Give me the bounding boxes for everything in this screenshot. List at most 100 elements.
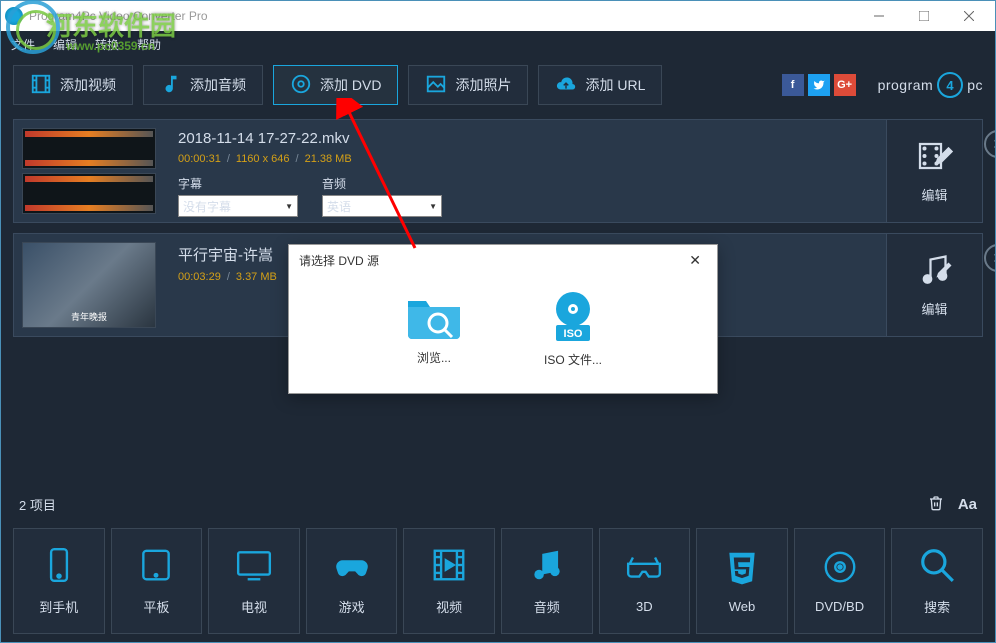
toolbar: 添加视频 添加音频 添加 DVD 添加照片 添加 URL f G+ progra… bbox=[1, 57, 995, 113]
cat-label: 电视 bbox=[241, 597, 267, 616]
brand-circle-icon: 4 bbox=[937, 72, 963, 98]
file-row[interactable]: 2018-11-14 17-27-22.mkv 00:00:31/1160 x … bbox=[13, 119, 983, 223]
svg-text:ISO: ISO bbox=[564, 328, 583, 340]
audio-label: 音频 bbox=[322, 175, 442, 192]
cat-phone[interactable]: 到手机 bbox=[13, 528, 105, 634]
maximize-button[interactable] bbox=[901, 1, 946, 31]
subtitle-select[interactable]: 没有字幕▼ bbox=[178, 195, 298, 217]
tablet-icon bbox=[137, 546, 175, 589]
add-video-button[interactable]: 添加视频 bbox=[13, 65, 133, 105]
iso-label: ISO 文件... bbox=[544, 351, 602, 368]
subtitle-label: 字幕 bbox=[178, 175, 298, 192]
edit-film-icon bbox=[917, 138, 953, 179]
add-photo-label: 添加照片 bbox=[455, 75, 511, 95]
add-photo-button[interactable]: 添加照片 bbox=[408, 65, 528, 105]
titlebar: Program4Pc Video Converter Pro bbox=[1, 1, 995, 31]
html5-icon bbox=[723, 548, 761, 591]
menu-convert[interactable]: 转换 bbox=[95, 36, 119, 53]
cat-label: 游戏 bbox=[339, 597, 365, 616]
add-audio-button[interactable]: 添加音频 bbox=[143, 65, 263, 105]
folder-search-icon bbox=[404, 289, 464, 341]
edit-label: 编辑 bbox=[921, 185, 947, 204]
statusbar: 2 项目 Aa bbox=[1, 488, 995, 520]
font-icon[interactable]: Aa bbox=[958, 496, 977, 513]
add-video-label: 添加视频 bbox=[60, 75, 116, 95]
remove-file-button[interactable]: ✕ bbox=[984, 130, 995, 158]
category-bar: 到手机 平板 电视 游戏 视频 音频 3D Web bbox=[1, 520, 995, 642]
cat-game[interactable]: 游戏 bbox=[306, 528, 398, 634]
modal-title: 请选择 DVD 源 bbox=[299, 252, 379, 269]
edit-label: 编辑 bbox=[921, 299, 947, 318]
cat-video[interactable]: 视频 bbox=[403, 528, 495, 634]
app-icon bbox=[5, 7, 23, 25]
cat-audio[interactable]: 音频 bbox=[501, 528, 593, 634]
audio-icon bbox=[528, 546, 566, 589]
disc-icon bbox=[821, 548, 859, 591]
cat-search[interactable]: 搜索 bbox=[891, 528, 983, 634]
window-title: Program4Pc Video Converter Pro bbox=[29, 9, 856, 23]
thumbnail bbox=[22, 173, 156, 214]
edit-button[interactable]: 编辑 bbox=[886, 120, 982, 222]
thumbnail bbox=[22, 128, 156, 169]
edit-music-icon bbox=[917, 252, 953, 293]
iso-disc-icon: ISO bbox=[546, 289, 600, 343]
cat-label: 3D bbox=[636, 599, 653, 614]
add-dvd-label: 添加 DVD bbox=[320, 75, 381, 95]
edit-button[interactable]: 编辑 bbox=[886, 234, 982, 336]
file-name: 2018-11-14 17-27-22.mkv bbox=[178, 130, 872, 147]
cat-label: 到手机 bbox=[39, 597, 78, 616]
cat-label: 搜索 bbox=[924, 597, 950, 616]
cat-tablet[interactable]: 平板 bbox=[111, 528, 203, 634]
add-url-label: 添加 URL bbox=[585, 75, 645, 95]
cat-label: DVD/BD bbox=[815, 599, 864, 614]
item-count: 2 项目 bbox=[19, 495, 56, 514]
cat-label: 视频 bbox=[436, 597, 462, 616]
brand-prefix: program bbox=[878, 77, 934, 93]
phone-icon bbox=[40, 546, 78, 589]
browse-option[interactable]: 浏览... bbox=[404, 289, 464, 368]
cat-label: 平板 bbox=[143, 597, 169, 616]
cat-label: Web bbox=[729, 599, 756, 614]
dvd-source-modal: 请选择 DVD 源 ✕ 浏览... ISO ISO 文件... bbox=[288, 244, 718, 394]
menubar: 文件 编辑 转换 帮助 bbox=[1, 31, 995, 57]
remove-file-button[interactable]: ✕ bbox=[984, 244, 995, 272]
film-icon bbox=[30, 73, 52, 98]
modal-close-button[interactable]: ✕ bbox=[683, 250, 707, 271]
gamepad-icon bbox=[333, 546, 371, 589]
googleplus-icon[interactable]: G+ bbox=[834, 74, 856, 96]
social-links: f G+ bbox=[782, 74, 856, 96]
minimize-button[interactable] bbox=[856, 1, 901, 31]
menu-edit[interactable]: 编辑 bbox=[53, 36, 77, 53]
brand-suffix: pc bbox=[967, 77, 983, 93]
cat-dvd[interactable]: DVD/BD bbox=[794, 528, 886, 634]
close-button[interactable] bbox=[946, 1, 991, 31]
twitter-icon[interactable] bbox=[808, 74, 830, 96]
iso-option[interactable]: ISO ISO 文件... bbox=[544, 289, 602, 368]
file-meta: 00:00:31/1160 x 646/21.38 MB bbox=[178, 153, 872, 165]
image-icon bbox=[425, 73, 447, 98]
browse-label: 浏览... bbox=[417, 349, 451, 366]
chevron-down-icon: ▼ bbox=[429, 202, 437, 211]
facebook-icon[interactable]: f bbox=[782, 74, 804, 96]
search-icon bbox=[918, 546, 956, 589]
tv-icon bbox=[235, 546, 273, 589]
glasses-3d-icon bbox=[625, 548, 663, 591]
chevron-down-icon: ▼ bbox=[285, 202, 293, 211]
cat-3d[interactable]: 3D bbox=[599, 528, 691, 634]
menu-help[interactable]: 帮助 bbox=[137, 36, 161, 53]
video-icon bbox=[430, 546, 468, 589]
music-icon bbox=[160, 73, 182, 98]
cloud-icon bbox=[555, 73, 577, 98]
menu-file[interactable]: 文件 bbox=[11, 36, 35, 53]
brand-logo: program 4 pc bbox=[878, 72, 983, 98]
cat-label: 音频 bbox=[534, 597, 560, 616]
add-audio-label: 添加音频 bbox=[190, 75, 246, 95]
audio-select[interactable]: 英语▼ bbox=[322, 195, 442, 217]
disc-icon bbox=[290, 73, 312, 98]
add-url-button[interactable]: 添加 URL bbox=[538, 65, 662, 105]
trash-icon[interactable] bbox=[928, 495, 944, 514]
thumbnail: 青年晚报 bbox=[22, 242, 156, 328]
cat-tv[interactable]: 电视 bbox=[208, 528, 300, 634]
add-dvd-button[interactable]: 添加 DVD bbox=[273, 65, 398, 105]
cat-web[interactable]: Web bbox=[696, 528, 788, 634]
